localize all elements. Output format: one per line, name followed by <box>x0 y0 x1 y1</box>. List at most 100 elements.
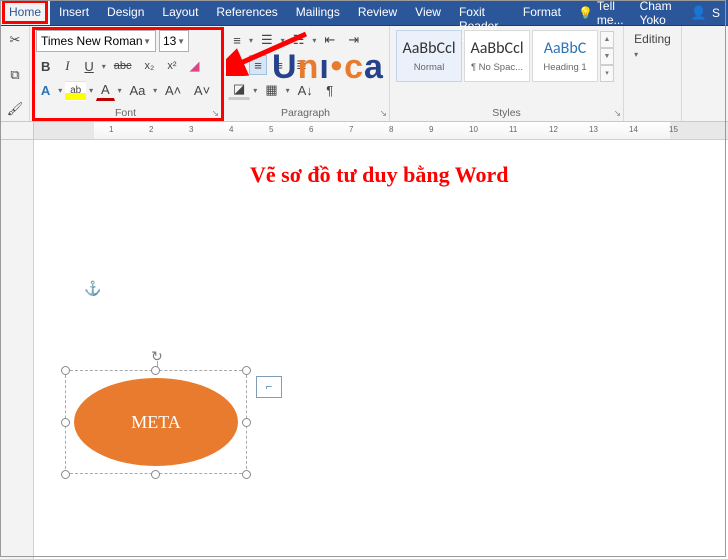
increase-indent-button[interactable]: ⇥ <box>343 30 364 50</box>
ruler-tick: 14 <box>629 125 638 134</box>
shrink-font-button[interactable]: A˅ <box>189 81 215 101</box>
shape-text[interactable]: META <box>131 412 181 433</box>
group-styles-label: Styles <box>396 107 617 119</box>
bold-button[interactable]: B <box>36 56 55 76</box>
resize-handle-se[interactable] <box>242 470 251 479</box>
ribbon: ✂ ⧉ 🖌 Times New Roman ▼ 13 ▼ B I U▾ abc … <box>0 26 728 122</box>
ruler-tick: 13 <box>589 125 598 134</box>
ruler-tick: 10 <box>469 125 478 134</box>
shading-button[interactable]: ◪ <box>228 80 250 100</box>
justify-button[interactable]: ≣ <box>291 55 312 75</box>
align-right-button[interactable]: ≡ <box>270 55 288 75</box>
underline-button[interactable]: U <box>79 56 98 76</box>
bullets-button[interactable]: ≡ <box>228 30 246 50</box>
style-label: Normal <box>414 62 445 73</box>
style-sample: AaBbCcl <box>403 39 456 58</box>
group-paragraph-label: Paragraph <box>228 107 383 119</box>
resize-handle-sw[interactable] <box>61 470 70 479</box>
tab-references[interactable]: References <box>207 0 286 25</box>
borders-button[interactable]: ▦ <box>260 80 282 100</box>
vertical-ruler[interactable] <box>0 140 34 559</box>
ruler-tick: 9 <box>429 125 433 134</box>
group-font: Times New Roman ▼ 13 ▼ B I U▾ abc x₂ x² … <box>30 26 222 121</box>
editing-dropdown[interactable]: Editing▾ <box>632 30 673 62</box>
ruler-tick: 8 <box>389 125 393 134</box>
style-sample: AaBbCcl <box>471 39 524 58</box>
cut-button[interactable]: ✂ <box>6 30 24 50</box>
ellipse-shape[interactable]: META <box>74 378 238 466</box>
chevron-down-icon: ▾ <box>89 86 93 95</box>
share-button[interactable]: 👤 S <box>683 0 728 25</box>
tab-layout[interactable]: Layout <box>153 0 207 25</box>
tab-view[interactable]: View <box>406 0 450 25</box>
chevron-down-icon: ▼ <box>177 37 185 46</box>
highlight-button[interactable]: ab <box>65 81 86 101</box>
align-center-button[interactable]: ≡ <box>249 55 267 75</box>
lightbulb-icon: 💡 <box>578 6 593 20</box>
ruler-tick: 7 <box>349 125 353 134</box>
layout-options-icon: ⌐ <box>266 381 272 393</box>
styles-scroll-down[interactable]: ▼ <box>600 48 614 65</box>
style-label: ¶ No Spac... <box>471 62 523 73</box>
rotate-handle-icon[interactable]: ↻ <box>151 348 165 362</box>
paragraph-dialog-launcher[interactable]: ↘ <box>379 108 387 119</box>
tell-me-search[interactable]: 💡 Tell me... <box>570 0 632 25</box>
resize-handle-s[interactable] <box>151 470 160 479</box>
align-left-button[interactable]: ≡ <box>228 55 246 75</box>
resize-handle-e[interactable] <box>242 418 251 427</box>
layout-options-button[interactable]: ⌐ <box>256 376 282 398</box>
ruler-tick: 1 <box>109 125 113 134</box>
font-size-value: 13 <box>163 34 176 48</box>
horizontal-ruler[interactable]: 1 2 3 4 5 6 7 8 9 10 11 12 13 14 15 <box>34 122 728 140</box>
grow-font-button[interactable]: A˄ <box>160 81 186 101</box>
font-dialog-launcher[interactable]: ↘ <box>211 108 219 119</box>
subscript-button[interactable]: x₂ <box>140 56 160 76</box>
tab-home[interactable]: Home <box>0 0 50 25</box>
user-name: Cham Yoko <box>640 0 675 27</box>
tab-insert[interactable]: Insert <box>50 0 98 25</box>
tab-foxit[interactable]: Foxit Reader P <box>450 0 514 25</box>
group-editing: Editing▾ <box>624 26 682 121</box>
show-hide-button[interactable]: ¶ <box>321 80 339 100</box>
tab-mailings[interactable]: Mailings <box>287 0 349 25</box>
style-normal[interactable]: AaBbCcl Normal <box>396 30 462 82</box>
sort-button[interactable]: A↓ <box>293 80 318 100</box>
tab-design[interactable]: Design <box>98 0 153 25</box>
italic-button[interactable]: I <box>58 56 76 76</box>
ruler-tick: 6 <box>309 125 313 134</box>
selected-shape-container[interactable]: ↻ META <box>65 348 247 476</box>
page-canvas[interactable]: Vẽ sơ đồ tư duy bằng Word ⚓ ⌐ ↻ META <box>34 140 728 559</box>
multilevel-list-button[interactable]: ☵ <box>288 30 310 50</box>
text-effects-button[interactable]: A <box>36 81 55 101</box>
change-case-button[interactable]: Aa <box>125 81 151 101</box>
decrease-indent-button[interactable]: ⇤ <box>319 30 340 50</box>
style-heading-1[interactable]: AaBbC Heading 1 <box>532 30 598 82</box>
style-no-spacing[interactable]: AaBbCcl ¶ No Spac... <box>464 30 530 82</box>
numbering-button[interactable]: ☰ <box>256 30 278 50</box>
superscript-button[interactable]: x² <box>162 56 181 76</box>
ruler-tick: 11 <box>509 125 517 134</box>
document-title-text[interactable]: Vẽ sơ đồ tư duy bằng Word <box>250 162 509 188</box>
resize-handle-w[interactable] <box>61 418 70 427</box>
ribbon-tabstrip: Home Insert Design Layout References Mai… <box>0 0 728 26</box>
line-spacing-button[interactable]: ↕ <box>315 55 333 75</box>
resize-handle-nw[interactable] <box>61 366 70 375</box>
clear-formatting-button[interactable]: ◢ <box>185 56 205 76</box>
font-name-combo[interactable]: Times New Roman ▼ <box>36 30 156 52</box>
strikethrough-button[interactable]: abc <box>109 56 137 76</box>
styles-scroll-up[interactable]: ▲ <box>600 31 614 48</box>
chevron-down-icon: ▾ <box>118 86 122 95</box>
format-painter-button[interactable]: 🖌 <box>6 99 24 119</box>
account-user[interactable]: Cham Yoko <box>632 0 683 25</box>
copy-button[interactable]: ⧉ <box>6 65 24 85</box>
tab-review[interactable]: Review <box>349 0 406 25</box>
tab-format[interactable]: Format <box>514 0 570 25</box>
font-color-button[interactable]: A <box>96 81 114 101</box>
styles-gallery-nav: ▲ ▼ ▾ <box>600 31 614 82</box>
styles-dialog-launcher[interactable]: ↘ <box>613 108 621 119</box>
styles-expand[interactable]: ▾ <box>600 65 614 82</box>
resize-handle-ne[interactable] <box>242 366 251 375</box>
chevron-down-icon: ▾ <box>102 62 106 71</box>
font-size-combo[interactable]: 13 ▼ <box>159 30 189 52</box>
resize-handle-n[interactable] <box>151 366 160 375</box>
